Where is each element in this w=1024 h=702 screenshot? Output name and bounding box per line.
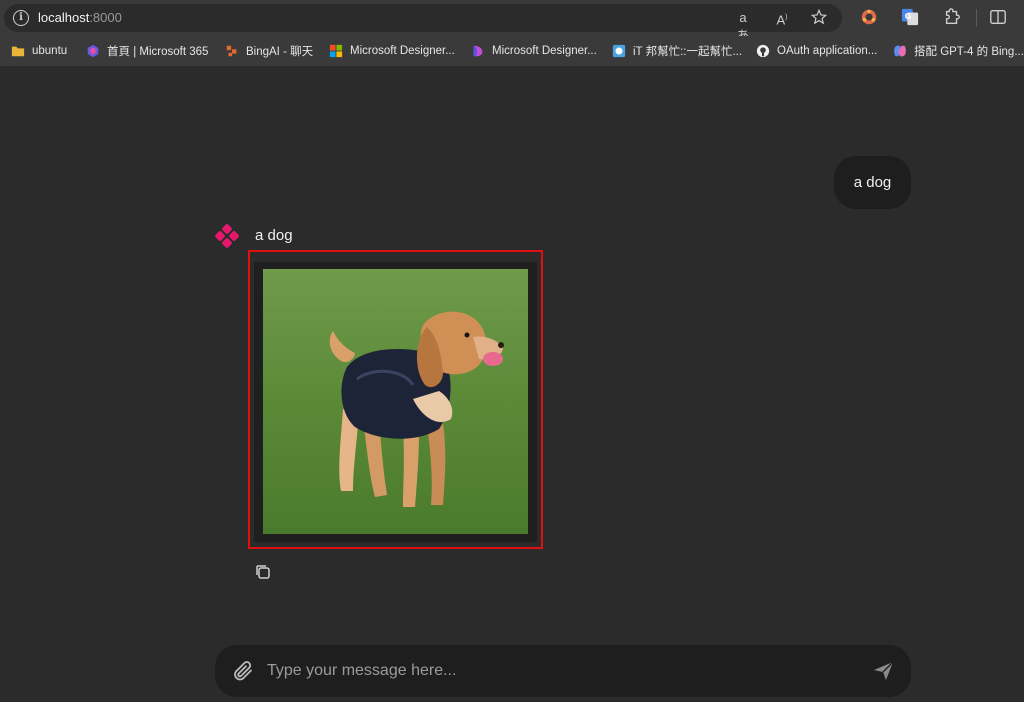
info-icon[interactable]: i: [13, 10, 29, 26]
ithelp-icon: [612, 44, 626, 58]
url-host: localhost: [38, 10, 90, 25]
bookmark-bing-gpt4[interactable]: 搭配 GPT-4 的 Bing...: [893, 43, 1024, 59]
bookmark-bingai[interactable]: BingAI - 聊天: [225, 43, 313, 59]
bot-avatar-icon: [215, 224, 239, 248]
message-input[interactable]: [267, 645, 857, 697]
split-screen-icon[interactable]: [988, 8, 1008, 28]
bookmark-designer-1[interactable]: Microsoft Designer...: [329, 43, 455, 59]
address-bar[interactable]: i localhost:8000 aあ A): [4, 4, 842, 43]
bookmark-ubuntu[interactable]: ubuntu: [11, 43, 67, 59]
bookmark-label: Microsoft Designer...: [350, 45, 455, 57]
copilot-icon: [894, 45, 906, 57]
bookmark-label: 首頁 | Microsoft 365: [107, 46, 209, 58]
bookmark-label: Microsoft Designer...: [492, 45, 597, 57]
bookmark-designer-2[interactable]: Microsoft Designer...: [471, 43, 597, 59]
highlighted-image-frame: [248, 250, 543, 549]
browser-toolbar: i localhost:8000 aあ A) G: [0, 0, 1024, 43]
bookmark-label: OAuth application...: [777, 45, 878, 57]
toolbar-separator: [976, 9, 977, 27]
bookmark-oauth[interactable]: OAuth application...: [756, 43, 877, 59]
microsoft-logo-icon: [329, 44, 343, 58]
attach-paperclip-icon[interactable]: [231, 659, 255, 683]
folder-icon: [11, 46, 25, 57]
favorite-star-icon[interactable]: [809, 8, 829, 27]
bing-icon: [226, 45, 237, 57]
google-translate-icon[interactable]: G: [900, 8, 920, 28]
bookmark-label: iT 邦幫忙::一起幫忙...: [633, 46, 743, 58]
extensions-puzzle-icon[interactable]: [942, 8, 962, 28]
copy-icon[interactable]: [254, 563, 272, 581]
bookmark-label: BingAI - 聊天: [246, 46, 314, 58]
microsoft365-icon: [87, 44, 99, 58]
generated-image-container[interactable]: [254, 262, 537, 542]
generated-dog-image[interactable]: [263, 269, 528, 534]
bot-message-text: a dog: [255, 227, 293, 244]
bookmark-ithelp[interactable]: iT 邦幫忙::一起幫忙...: [612, 43, 742, 59]
extension-colorful-icon[interactable]: [859, 8, 879, 28]
read-aloud-icon[interactable]: aあ: [733, 9, 753, 43]
url-port: :8000: [89, 10, 122, 25]
message-input-bar: [215, 645, 911, 697]
bookmark-label: ubuntu: [32, 45, 68, 57]
send-icon[interactable]: [873, 661, 895, 681]
github-icon: [756, 44, 770, 58]
user-message-bubble: a dog: [834, 156, 911, 209]
designer-icon: [473, 45, 483, 57]
bookmarks-bar: ubuntu 首頁 | Microsoft 365 BingAI - 聊天 Mi…: [0, 36, 1024, 66]
bookmark-microsoft365[interactable]: 首頁 | Microsoft 365: [86, 43, 208, 59]
text-size-icon[interactable]: A): [772, 9, 792, 27]
chat-area: a dog a dog: [0, 66, 1024, 702]
url-text[interactable]: localhost:8000: [38, 10, 122, 25]
svg-text:G: G: [905, 11, 912, 21]
bookmark-label: 搭配 GPT-4 的 Bing...: [914, 46, 1024, 58]
